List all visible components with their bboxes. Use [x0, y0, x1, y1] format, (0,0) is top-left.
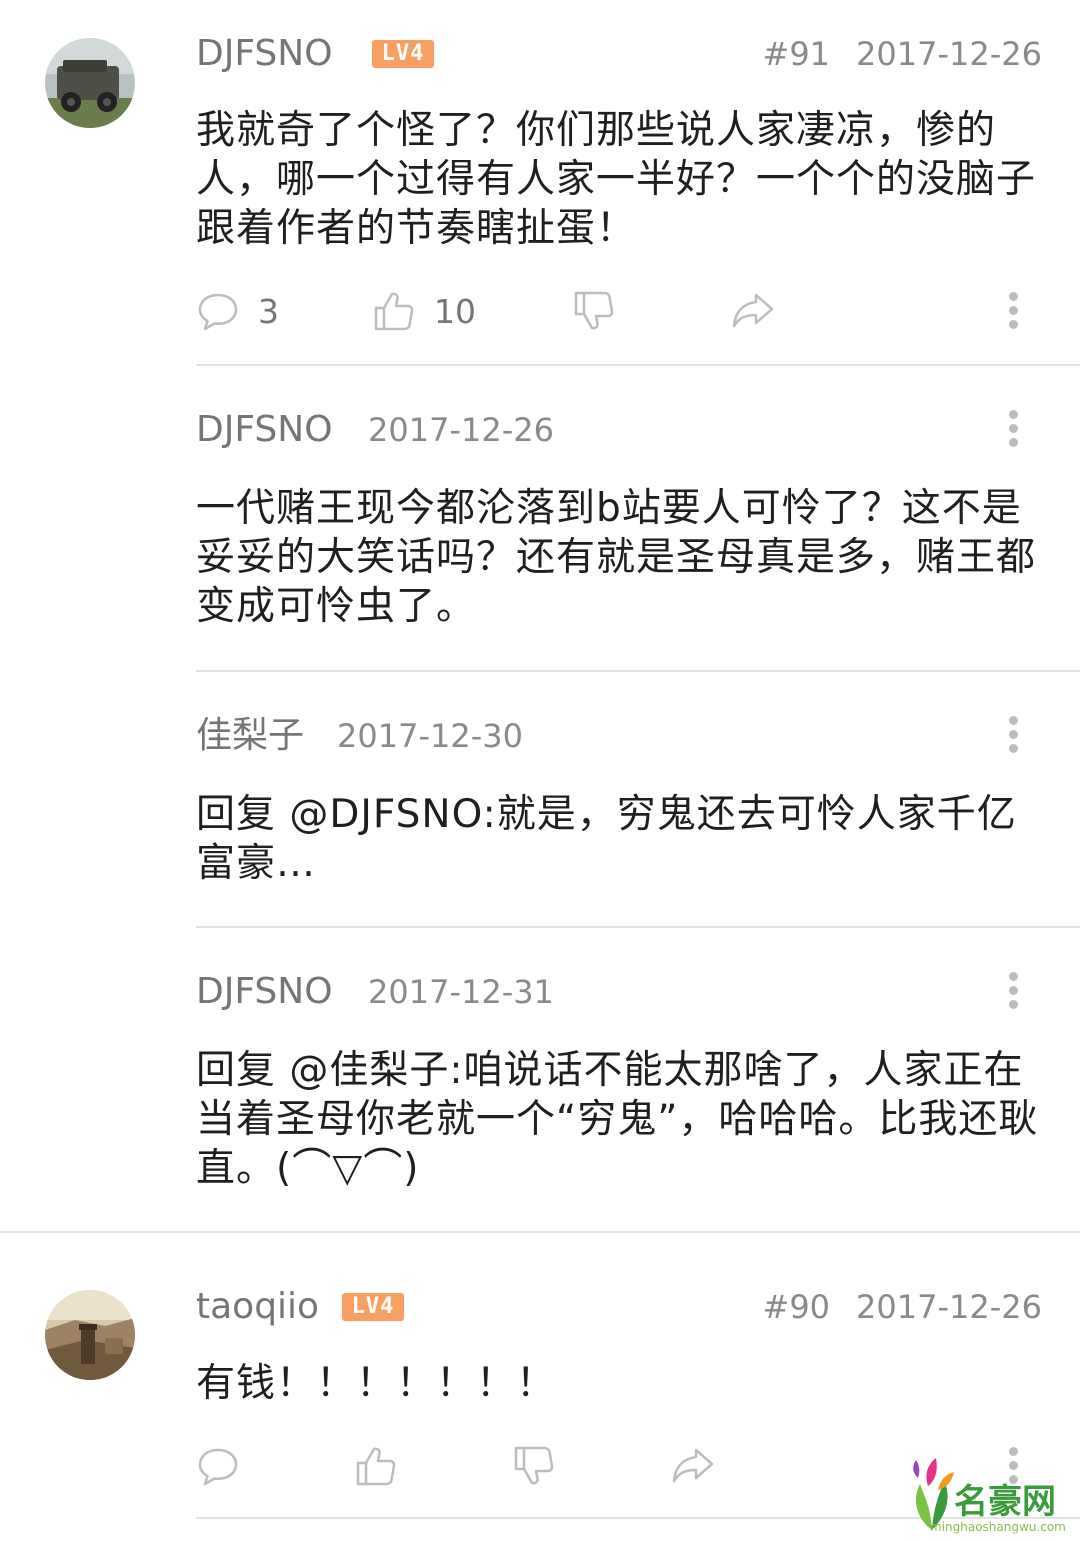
reply-icon — [198, 1448, 238, 1486]
username[interactable]: DJFSNO — [196, 972, 333, 1012]
share-button[interactable] — [670, 1441, 716, 1491]
watermark-title: 名豪网 — [954, 1482, 1056, 1522]
comment-text: 有钱！！！！！！！ — [196, 1361, 557, 1406]
avatar[interactable] — [45, 1290, 135, 1380]
comment-meta: #91 2017-12-26 — [763, 34, 1043, 74]
username[interactable]: DJFSNO — [196, 410, 333, 450]
reply-button[interactable] — [196, 1441, 258, 1491]
reply-date: 2017-12-31 — [368, 973, 554, 1011]
reply-icon — [198, 293, 238, 331]
comment-date: 2017-12-26 — [856, 1288, 1042, 1326]
username[interactable]: DJFSNO — [196, 34, 333, 74]
more-icon[interactable] — [998, 404, 1028, 454]
dislike-icon — [574, 291, 614, 330]
username[interactable]: 佳梨子 — [196, 716, 304, 756]
share-icon — [732, 293, 774, 328]
level-badge: LV4 — [372, 40, 434, 68]
floor-number: #91 — [762, 35, 831, 73]
watermark-logo: 名豪网 minghaoshangwu.com — [902, 1450, 1080, 1541]
dislike-button[interactable] — [572, 286, 616, 336]
share-icon — [672, 1448, 714, 1483]
level-badge: LV4 — [342, 1293, 404, 1321]
more-icon[interactable] — [998, 710, 1028, 760]
floor-number: #90 — [762, 1288, 831, 1326]
reply-item: DJFSNO 2017-12-26 一代赌王现今都沦落到b站要人可怜了？这不是妥… — [0, 366, 1080, 670]
reply-date: 2017-12-30 — [337, 717, 523, 755]
watermark-url: minghaoshangwu.com — [930, 1520, 1066, 1534]
more-icon[interactable] — [998, 286, 1028, 336]
dislike-button[interactable] — [512, 1441, 556, 1491]
dislike-icon — [514, 1446, 554, 1485]
comment-text: 我就奇了个怪了？你们那些说人家凄凉，惨的人，哪一个过得有人家一半好？一个个的没脑… — [196, 108, 1037, 251]
reply-text: 回复 @佳梨子:咱说话不能太那啥了，人家正在当着圣母你老就一个“穷鬼”，哈哈哈。… — [196, 1048, 1039, 1191]
like-icon — [356, 1447, 396, 1486]
reply-text: 回复 @DJFSNO:就是，穷鬼还去可怜人家千亿富豪… — [196, 792, 1017, 886]
comment-meta: #90 2017-12-26 — [763, 1287, 1043, 1327]
reply-item: DJFSNO 2017-12-31 回复 @佳梨子:咱说话不能太那啥了，人家正在… — [0, 928, 1080, 1230]
like-button[interactable]: 10 — [372, 286, 476, 336]
reply-count: 3 — [258, 291, 279, 331]
like-icon — [374, 292, 414, 331]
comment-actions: 3 10 — [196, 286, 1046, 336]
reply-button[interactable]: 3 — [196, 286, 279, 336]
reply-item: 佳梨子 2017-12-30 回复 @DJFSNO:就是，穷鬼还去可怜人家千亿富… — [0, 672, 1080, 926]
comment-item: DJFSNO LV4 #91 2017-12-26 我就奇了个怪了？你们那些说人家… — [0, 0, 1080, 370]
reply-date: 2017-12-26 — [368, 411, 554, 449]
more-icon[interactable] — [998, 966, 1028, 1016]
avatar[interactable] — [45, 38, 135, 128]
comment-date: 2017-12-26 — [856, 35, 1042, 73]
like-count: 10 — [434, 291, 476, 331]
reply-text: 一代赌王现今都沦落到b站要人可怜了？这不是妥妥的大笑话吗？还有就是圣母真是多，赌… — [196, 486, 1037, 629]
username[interactable]: taoqiio — [196, 1287, 319, 1327]
share-button[interactable] — [730, 286, 776, 336]
like-button[interactable] — [354, 1441, 416, 1491]
